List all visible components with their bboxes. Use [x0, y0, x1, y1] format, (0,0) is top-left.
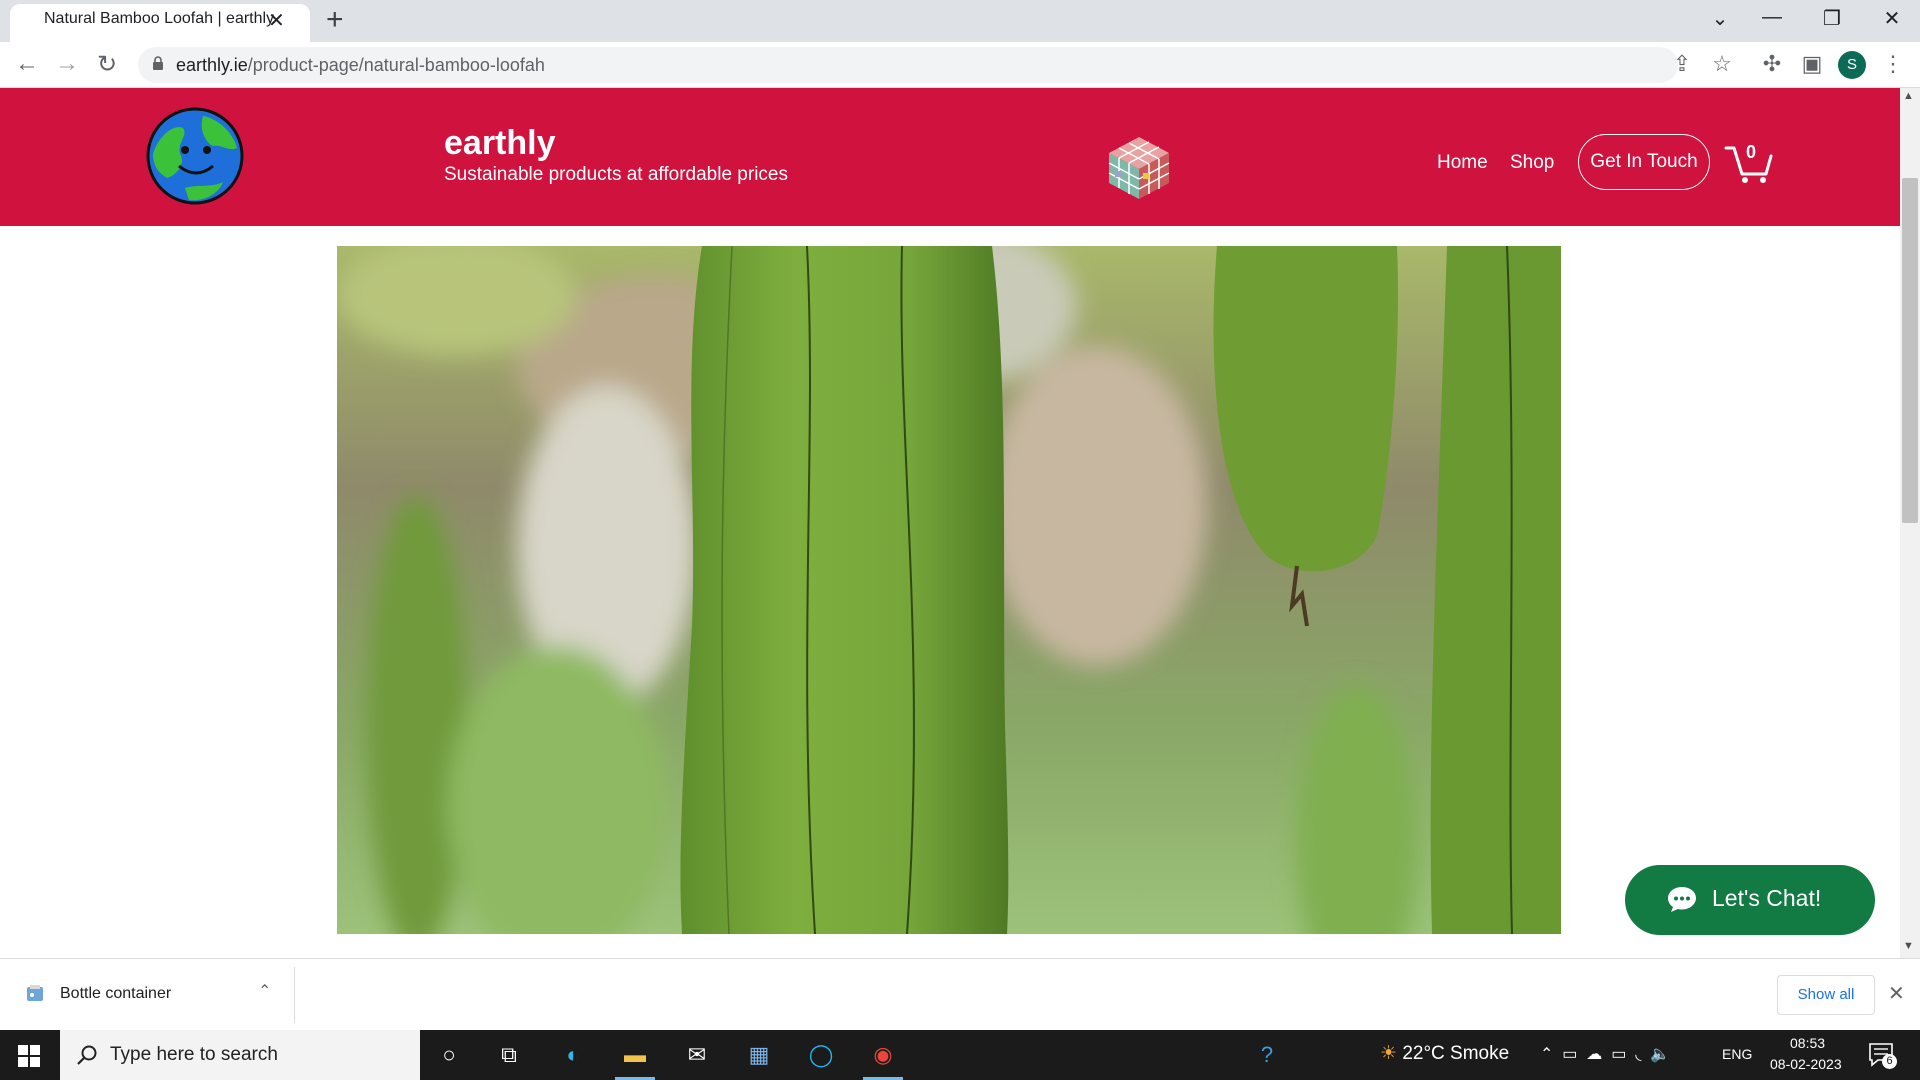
- nav-shop[interactable]: Shop: [1510, 152, 1554, 174]
- task-view-icon[interactable]: ⧉: [484, 1038, 534, 1072]
- nav-home[interactable]: Home: [1437, 152, 1488, 174]
- minimize-icon[interactable]: —: [1752, 6, 1792, 29]
- new-tab-icon[interactable]: +: [326, 3, 344, 37]
- chrome-icon[interactable]: ◉: [858, 1038, 908, 1080]
- chat-bubble-icon: [1668, 887, 1696, 912]
- tab-title: Natural Bamboo Loofah | earthly: [44, 10, 275, 27]
- scroll-down-icon[interactable]: ▼: [1903, 940, 1914, 952]
- cart-count: 0: [1746, 142, 1757, 162]
- alexa-icon[interactable]: ◯: [796, 1038, 846, 1072]
- url-path: /product-page/natural-bamboo-loofah: [247, 55, 545, 75]
- photos-app-icon[interactable]: ▦: [734, 1038, 784, 1072]
- search-placeholder: Type here to search: [110, 1044, 278, 1065]
- get-in-touch-button[interactable]: Get In Touch: [1578, 134, 1710, 190]
- side-panel-icon[interactable]: ▣: [1797, 51, 1827, 77]
- menu-icon[interactable]: ⋮: [1878, 51, 1908, 77]
- clock-time[interactable]: 08:53: [1790, 1035, 1825, 1051]
- forward-icon[interactable]: →: [50, 50, 84, 78]
- brand-tagline: Sustainable products at affordable price…: [444, 164, 788, 185]
- help-icon[interactable]: ?: [1242, 1038, 1292, 1072]
- tab-search-icon[interactable]: ⌄: [1700, 6, 1740, 31]
- clock-date[interactable]: 08-02-2023: [1770, 1056, 1842, 1072]
- chevron-up-icon[interactable]: ⌃: [258, 981, 271, 1001]
- url-host: earthly.ie: [176, 55, 248, 75]
- reload-icon[interactable]: ↻: [90, 50, 124, 79]
- chat-label: Let's Chat!: [1712, 885, 1822, 911]
- show-all-button[interactable]: Show all: [1777, 975, 1875, 1015]
- windows-taskbar: Type here to search ○ ⧉ ◐ ▬ ✉ ▦ ◯ ◉ ? ☀ …: [0, 1030, 1920, 1080]
- lets-chat-button[interactable]: Let's Chat!: [1625, 865, 1875, 935]
- weather-widget[interactable]: ☀ 22°C Smoke: [1380, 1042, 1509, 1065]
- extensions-icon[interactable]: ✣: [1757, 51, 1787, 77]
- mail-icon[interactable]: ✉: [672, 1038, 722, 1072]
- lock-icon: [153, 56, 163, 70]
- product-hero-image: [337, 246, 1561, 934]
- system-tray-icons[interactable]: ⌃ ▭ ☁ ▭ ◟ 🔈: [1540, 1044, 1670, 1064]
- restore-icon[interactable]: ❐: [1812, 6, 1852, 31]
- page-viewport: earthly Sustainable products at affordab…: [0, 88, 1900, 958]
- close-shelf-icon[interactable]: ✕: [1888, 981, 1905, 1006]
- earth-logo-icon[interactable]: [145, 106, 245, 206]
- taskbar-search[interactable]: Type here to search: [60, 1030, 420, 1080]
- tab-close-icon[interactable]: ✕: [268, 8, 285, 33]
- weather-sun-icon: ☀: [1380, 1043, 1403, 1064]
- scroll-up-icon[interactable]: ▲: [1903, 90, 1914, 102]
- scrollbar-thumb[interactable]: [1902, 178, 1918, 523]
- cortana-icon[interactable]: ○: [424, 1038, 474, 1072]
- language-indicator[interactable]: ENG: [1722, 1046, 1752, 1062]
- windows-start-icon[interactable]: [18, 1045, 40, 1067]
- download-file-name[interactable]: Bottle container: [60, 985, 171, 1003]
- notification-center-icon[interactable]: 6: [1868, 1042, 1897, 1069]
- back-icon[interactable]: ←: [10, 50, 44, 78]
- notification-count: 6: [1882, 1054, 1897, 1069]
- weather-text: 22°C Smoke: [1402, 1043, 1510, 1064]
- share-icon[interactable]: ⇪: [1667, 51, 1697, 77]
- url-text[interactable]: earthly.ie/product-page/natural-bamboo-l…: [176, 55, 545, 76]
- bookmark-star-icon[interactable]: ☆: [1707, 51, 1737, 77]
- brand-name[interactable]: earthly: [444, 124, 556, 163]
- download-file-icon: [27, 985, 43, 1001]
- profile-avatar[interactable]: S: [1838, 51, 1866, 79]
- rubiks-cube-icon: [1108, 137, 1170, 199]
- shelf-divider: [294, 967, 295, 1023]
- site-header: earthly Sustainable products at affordab…: [0, 88, 1900, 226]
- file-explorer-icon[interactable]: ▬: [610, 1038, 660, 1080]
- edge-icon[interactable]: ◐: [548, 1038, 598, 1072]
- download-shelf: Bottle container ⌃ Show all ✕: [0, 958, 1920, 1030]
- search-icon: [77, 1045, 97, 1065]
- window-close-icon[interactable]: ✕: [1872, 6, 1912, 31]
